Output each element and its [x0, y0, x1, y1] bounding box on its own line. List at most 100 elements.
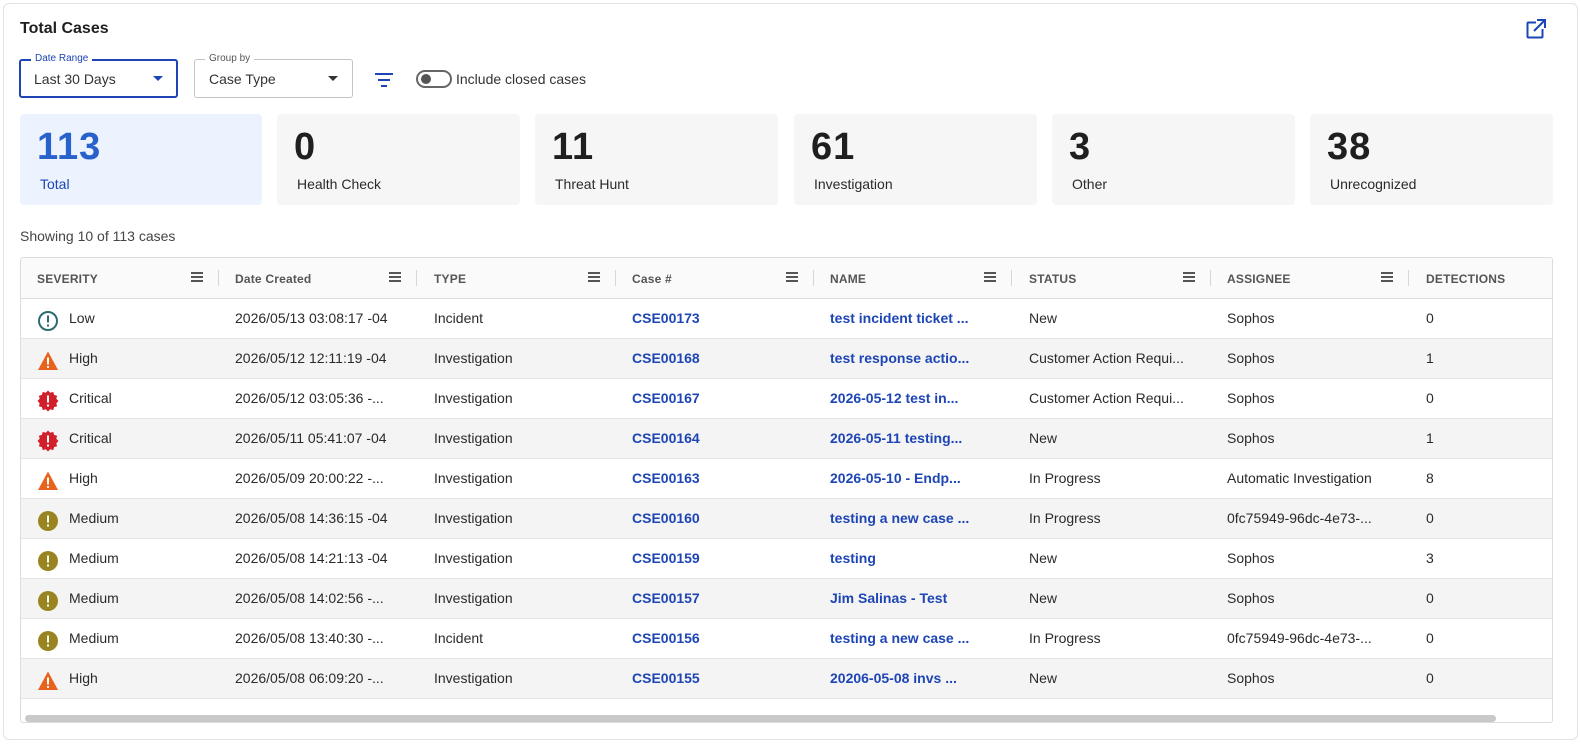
stat-count: 11: [552, 126, 595, 168]
column-header[interactable]: ASSIGNEE: [1211, 258, 1409, 298]
column-menu-icon[interactable]: [984, 272, 996, 282]
assignee-cell: 0fc75949-96dc-4e73-...: [1227, 630, 1372, 646]
column-menu-icon[interactable]: [1381, 272, 1393, 282]
severity-cell: Medium: [21, 579, 219, 618]
case-number-link[interactable]: CSE00164: [632, 419, 802, 458]
table-row[interactable]: High 2026/05/08 06:09:20 -... Investigatio…: [21, 659, 1552, 699]
table-row[interactable]: Low 2026/05/13 03:08:17 -04 Incident CSE001…: [21, 299, 1552, 339]
column-menu-icon[interactable]: [1183, 272, 1195, 282]
severity-label: Critical: [69, 390, 112, 406]
severity-label: Critical: [69, 430, 112, 446]
status-cell: New: [1029, 550, 1058, 566]
date-range-select[interactable]: Date Range Last 30 Days: [19, 53, 178, 98]
case-number-link[interactable]: CSE00157: [632, 579, 802, 618]
table-row[interactable]: Medium 2026/05/08 13:40:30 -... Incident CS…: [21, 619, 1552, 659]
info-circle-icon: [37, 308, 59, 331]
case-name-link[interactable]: Jim Salinas - Test: [830, 579, 1000, 618]
detections-cell: 3: [1426, 550, 1434, 566]
column-header[interactable]: Date Created: [219, 258, 417, 298]
case-name-link[interactable]: test response actio...: [830, 339, 1000, 378]
warning-triangle-icon: [37, 348, 59, 370]
severity-label: High: [69, 470, 98, 486]
case-name-link[interactable]: 2026-05-12 test in...: [830, 379, 1000, 418]
column-header[interactable]: STATUS: [1013, 258, 1211, 298]
severity-cell: High: [21, 459, 219, 498]
date-created-cell: 2026/05/12 03:05:36 -...: [235, 390, 384, 406]
stat-card-unrecognized[interactable]: 38 Unrecognized: [1310, 114, 1553, 205]
open-external-icon[interactable]: [1525, 18, 1547, 40]
column-menu-icon[interactable]: [786, 272, 798, 282]
column-header-label: TYPE: [434, 272, 467, 286]
severity-cell: Medium: [21, 499, 219, 538]
case-number-link[interactable]: CSE00159: [632, 539, 802, 578]
group-by-value: Case Type: [209, 71, 276, 87]
include-closed-toggle[interactable]: [416, 70, 452, 88]
severity-cell: Critical: [21, 379, 219, 418]
type-cell: Incident: [434, 310, 484, 326]
severity-label: High: [69, 670, 98, 686]
detections-cell: 0: [1426, 390, 1434, 406]
date-range-value: Last 30 Days: [34, 71, 116, 87]
detections-cell: 0: [1426, 310, 1434, 326]
case-name-link[interactable]: 2026-05-10 - Endp...: [830, 459, 1000, 498]
stat-card-health-check[interactable]: 0 Health Check: [277, 114, 520, 205]
card-title: Total Cases: [20, 20, 109, 37]
exclamation-circle-icon: [37, 588, 59, 611]
assignee-cell: Sophos: [1227, 670, 1275, 686]
status-cell: In Progress: [1029, 510, 1101, 526]
stat-count: 113: [37, 126, 102, 168]
column-header[interactable]: SEVERITY: [21, 258, 219, 298]
case-name-link[interactable]: 2026-05-11 testing...: [830, 419, 1000, 458]
status-cell: New: [1029, 310, 1058, 326]
table-row[interactable]: Medium 2026/05/08 14:36:15 -04 Investigati…: [21, 499, 1552, 539]
case-name-link[interactable]: test incident ticket ...: [830, 299, 1000, 338]
severity-label: Medium: [69, 630, 119, 646]
column-separator[interactable]: [1011, 270, 1012, 286]
table-row[interactable]: Medium 2026/05/08 14:02:56 -... Investigat…: [21, 579, 1552, 619]
column-separator[interactable]: [1408, 270, 1409, 286]
case-name-link[interactable]: 20206-05-08 invs ...: [830, 659, 1000, 698]
horizontal-scrollbar[interactable]: [25, 715, 1496, 722]
stat-card-total[interactable]: 113 Total: [20, 114, 262, 205]
type-cell: Investigation: [434, 430, 513, 446]
case-number-link[interactable]: CSE00160: [632, 499, 802, 538]
case-number-link[interactable]: CSE00168: [632, 339, 802, 378]
case-number-link[interactable]: CSE00173: [632, 299, 802, 338]
case-name-link[interactable]: testing: [830, 539, 1000, 578]
case-number-link[interactable]: CSE00155: [632, 659, 802, 698]
case-number-link[interactable]: CSE00156: [632, 619, 802, 658]
group-by-select[interactable]: Group by Case Type: [194, 53, 353, 98]
table-row[interactable]: Critical 2026/05/12 03:05:36 -... Investig…: [21, 379, 1552, 419]
table-row[interactable]: Critical 2026/05/11 05:41:07 -04 Investiga…: [21, 419, 1552, 459]
assignee-cell: 0fc75949-96dc-4e73-...: [1227, 510, 1372, 526]
column-header-label: Date Created: [235, 272, 312, 286]
severity-cell: Critical: [21, 419, 219, 458]
table-row[interactable]: Medium 2026/05/08 14:21:13 -04 Investigati…: [21, 539, 1552, 579]
table-row[interactable]: High 2026/05/09 20:00:22 -... Investigatio…: [21, 459, 1552, 499]
case-name-link[interactable]: testing a new case ...: [830, 499, 1000, 538]
status-cell: New: [1029, 590, 1058, 606]
column-menu-icon[interactable]: [389, 272, 401, 282]
case-name-link[interactable]: testing a new case ...: [830, 619, 1000, 658]
status-cell: New: [1029, 670, 1058, 686]
date-created-cell: 2026/05/08 06:09:20 -...: [235, 670, 384, 686]
stat-label: Total: [40, 176, 70, 192]
stat-label: Threat Hunt: [555, 176, 629, 192]
stat-card-threat-hunt[interactable]: 11 Threat Hunt: [535, 114, 778, 205]
severity-cell: Medium: [21, 539, 219, 578]
table-row[interactable]: High 2026/05/12 12:11:19 -04 Investigation…: [21, 339, 1552, 379]
column-header[interactable]: DETECTIONS: [1410, 258, 1552, 298]
column-menu-icon[interactable]: [588, 272, 600, 282]
filter-icon[interactable]: [372, 70, 396, 90]
column-header[interactable]: Case #: [616, 258, 814, 298]
column-header[interactable]: TYPE: [418, 258, 616, 298]
detections-cell: 1: [1426, 430, 1434, 446]
column-separator[interactable]: [416, 270, 417, 286]
case-number-link[interactable]: CSE00167: [632, 379, 802, 418]
stat-card-other[interactable]: 3 Other: [1052, 114, 1295, 205]
stat-card-investigation[interactable]: 61 Investigation: [794, 114, 1037, 205]
total-cases-card: Total Cases Date Range Last 30 Days Grou…: [3, 3, 1578, 740]
case-number-link[interactable]: CSE00163: [632, 459, 802, 498]
column-header[interactable]: NAME: [814, 258, 1012, 298]
column-menu-icon[interactable]: [191, 272, 203, 282]
